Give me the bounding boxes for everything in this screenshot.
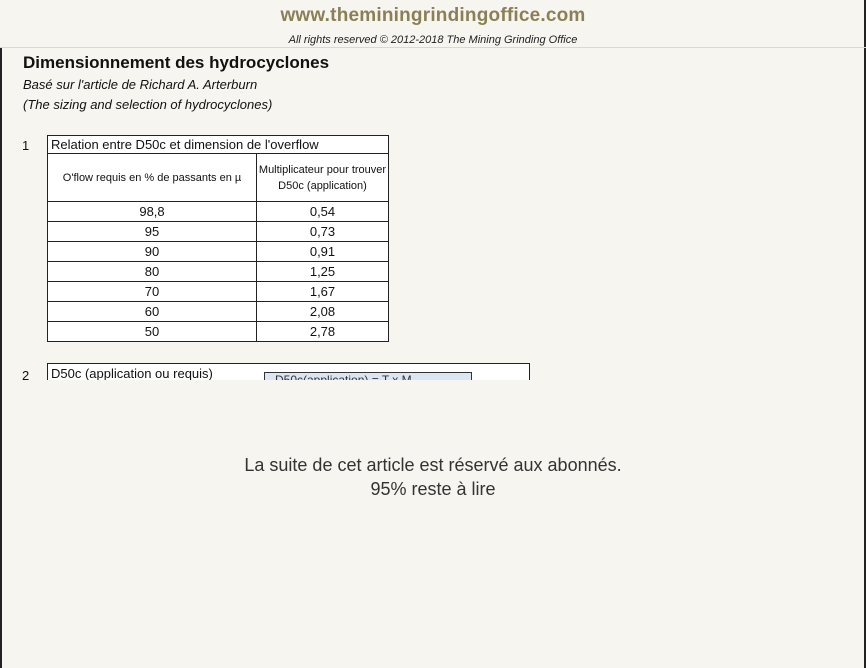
multiplier-cell: 0,91 xyxy=(256,241,389,262)
oflow-cell: 70 xyxy=(47,281,257,302)
source-article-line: Basé sur l'article de Richard A. Arterbu… xyxy=(23,77,258,92)
multiplier-cell: 1,67 xyxy=(256,281,389,302)
document-title: Dimensionnement des hydrocyclones xyxy=(23,53,330,72)
formula-box: D50c(application) = T x M xyxy=(264,372,472,380)
copyright-notice: All rights reserved © 2012-2018 The Mini… xyxy=(288,34,578,46)
multiplier-cell: 0,54 xyxy=(256,201,389,222)
left-border xyxy=(0,47,2,668)
oflow-cell: 50 xyxy=(47,321,257,342)
table-row: 70 1,67 xyxy=(47,281,389,302)
site-url[interactable]: www.theminingrindingoffice.com xyxy=(0,5,866,27)
d50c-relation-table: Relation entre D50c et dimension de l'ov… xyxy=(47,135,389,342)
paywall-message: La suite de cet article est réservé aux … xyxy=(244,455,622,475)
section-2-box: D50c (application ou requis) D50c(applic… xyxy=(47,363,530,380)
table-row: 60 2,08 xyxy=(47,301,389,322)
oflow-cell: 60 xyxy=(47,301,257,322)
table-row: 80 1,25 xyxy=(47,261,389,282)
table-caption: Relation entre D50c et dimension de l'ov… xyxy=(47,135,389,154)
header-divider xyxy=(0,47,866,48)
table-row: 95 0,73 xyxy=(47,221,389,242)
section-2-number: 2 xyxy=(22,368,30,383)
column-header-multiplier: Multiplicateur pour trouver D50c (applic… xyxy=(256,153,389,202)
paywall-remaining: 95% reste à lire xyxy=(370,479,496,499)
table-row: 98,8 0,54 xyxy=(47,201,389,222)
multiplier-cell: 2,78 xyxy=(256,321,389,342)
oflow-cell: 90 xyxy=(47,241,257,262)
section-2-label: D50c (application ou requis) xyxy=(51,366,213,380)
section-1-number: 1 xyxy=(22,138,30,153)
source-article-title: (The sizing and selection of hydrocyclon… xyxy=(23,97,273,112)
table-row: 50 2,78 xyxy=(47,321,389,342)
oflow-cell: 98,8 xyxy=(47,201,257,222)
column-header-oflow: O'flow requis en % de passants en µ xyxy=(47,153,257,202)
multiplier-cell: 0,73 xyxy=(256,221,389,242)
multiplier-cell: 2,08 xyxy=(256,301,389,322)
table-row: 90 0,91 xyxy=(47,241,389,262)
oflow-cell: 95 xyxy=(47,221,257,242)
oflow-cell: 80 xyxy=(47,261,257,282)
multiplier-cell: 1,25 xyxy=(256,261,389,282)
